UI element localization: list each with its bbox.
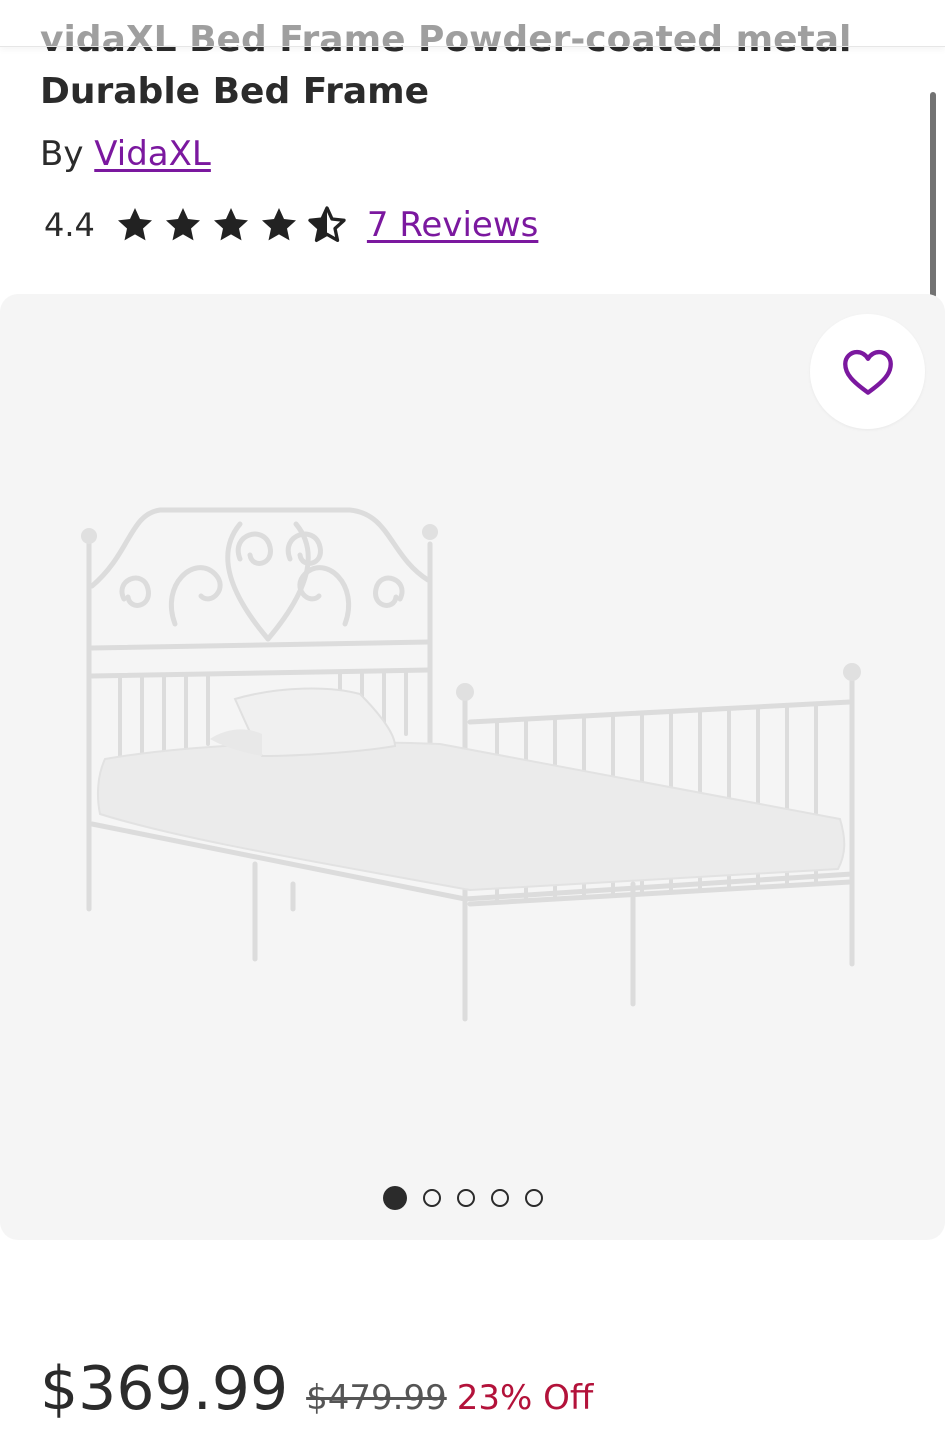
price-row: $369.99 $479.99 23% Off: [40, 1354, 593, 1424]
star-half-icon: [308, 206, 346, 242]
sticky-header-overlay: [0, 0, 945, 47]
star-full-icon: [117, 208, 152, 241]
carousel-pagination: [383, 1186, 543, 1210]
product-image[interactable]: [0, 294, 945, 1240]
carousel-dot[interactable]: [491, 1189, 509, 1207]
star-full-icon: [261, 208, 296, 241]
star-full-icon: [165, 208, 200, 241]
by-prefix: By: [40, 134, 84, 174]
carousel-dot[interactable]: [383, 1186, 407, 1210]
brand-link[interactable]: VidaXL: [94, 134, 211, 174]
carousel-dot[interactable]: [525, 1189, 543, 1207]
original-price: $479.99: [306, 1378, 447, 1418]
discount-badge: 23% Off: [456, 1378, 594, 1418]
rating-value: 4.4: [44, 206, 95, 244]
star-full-icon: [213, 208, 248, 241]
reviews-link[interactable]: 7 Reviews: [367, 205, 538, 245]
product-image-carousel[interactable]: [0, 294, 945, 1240]
heart-outline-icon: [842, 349, 893, 395]
brand-byline: By VidaXL: [40, 130, 211, 178]
sale-price: $369.99: [40, 1354, 289, 1424]
scrollbar[interactable]: [930, 92, 936, 298]
carousel-dot[interactable]: [423, 1189, 441, 1207]
carousel-dot[interactable]: [457, 1189, 475, 1207]
star-rating: [115, 205, 347, 245]
favorite-button[interactable]: [810, 314, 925, 429]
rating-row: 4.4 7 Reviews: [44, 200, 538, 250]
